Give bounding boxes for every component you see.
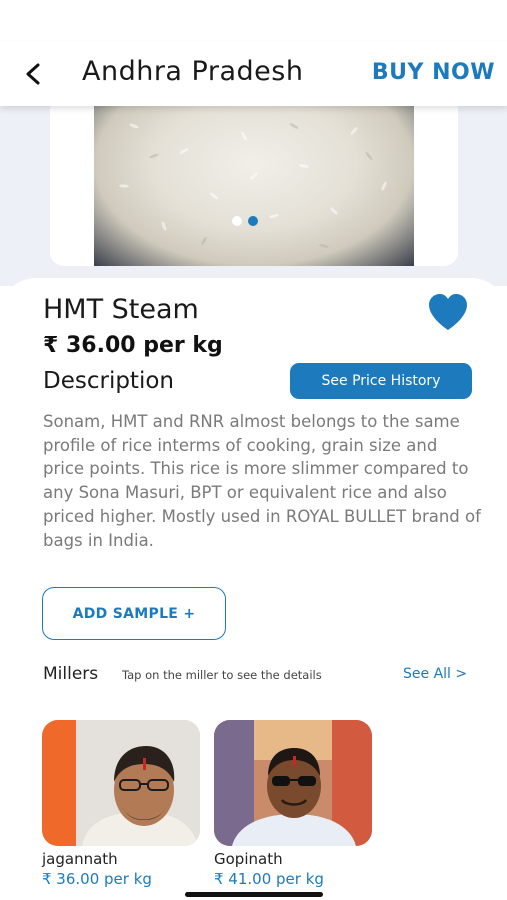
miller-name: jagannath (42, 850, 118, 868)
miller-card[interactable]: Gopinath ₹ 41.00 per kg (214, 720, 372, 888)
product-price: ₹ 36.00 per kg (43, 333, 223, 358)
buy-now-button[interactable]: BUY NOW (372, 60, 495, 85)
carousel-dot[interactable] (232, 216, 242, 226)
see-price-history-button[interactable]: See Price History (290, 363, 472, 399)
description-text: Sonam, HMT and RNR almost belongs to the… (43, 412, 481, 550)
rice-image (94, 96, 414, 266)
millers-heading: Millers (43, 664, 99, 684)
miller-card[interactable]: jagannath ₹ 36.00 per kg (42, 720, 200, 888)
carousel-dots (232, 216, 258, 226)
miller-price: ₹ 41.00 per kg (214, 870, 324, 888)
miller-avatar[interactable] (42, 720, 200, 846)
app-header: Andhra Pradesh BUY NOW (0, 42, 507, 106)
millers-hint: Tap on the miller to see the details (122, 668, 322, 682)
miller-name: Gopinath (214, 850, 283, 868)
page-title: Andhra Pradesh (82, 56, 304, 87)
description-heading: Description (43, 368, 174, 394)
product-name: HMT Steam (43, 294, 199, 325)
home-indicator (185, 892, 323, 897)
heart-icon[interactable] (426, 292, 470, 332)
product-image-card[interactable] (50, 96, 458, 266)
back-arrow-icon[interactable] (20, 60, 48, 88)
miller-avatar[interactable] (214, 720, 372, 846)
add-sample-button[interactable]: ADD SAMPLE + (42, 587, 226, 640)
miller-price: ₹ 36.00 per kg (42, 870, 152, 888)
carousel-dot-active[interactable] (248, 216, 258, 226)
see-all-link[interactable]: See All > (403, 666, 467, 682)
